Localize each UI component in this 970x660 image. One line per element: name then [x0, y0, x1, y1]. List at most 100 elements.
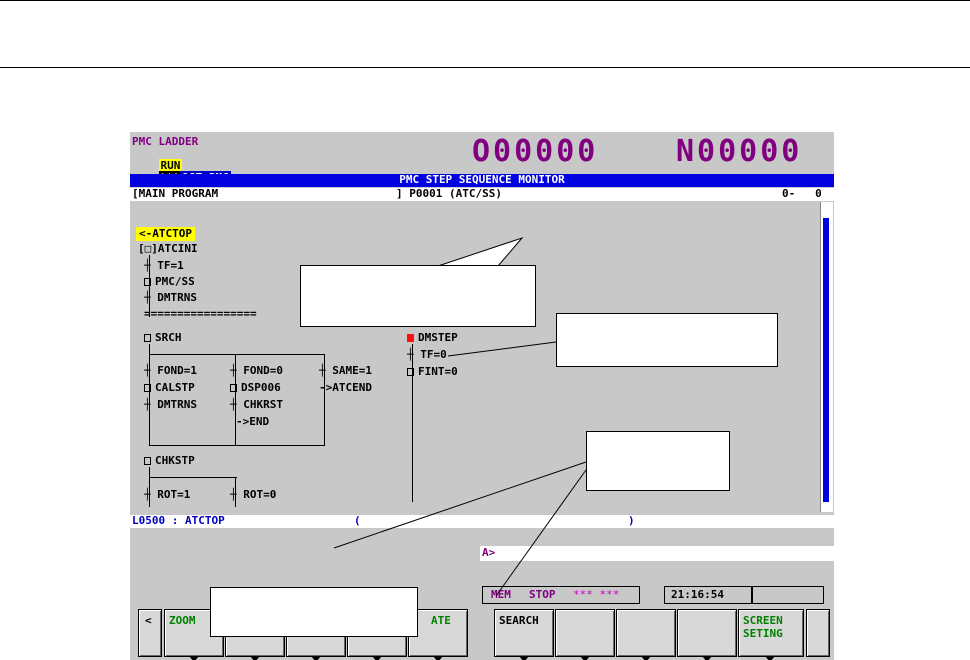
header-rule [0, 67, 970, 68]
step-pmc-ss[interactable]: PMC/SS [144, 276, 195, 288]
softkey-9[interactable] [677, 609, 737, 660]
transition-rot1-label: ROT=1 [157, 488, 191, 501]
softkey-7[interactable] [555, 609, 615, 660]
transition-rot1[interactable]: ┼ ROT=1 [144, 489, 190, 501]
transition-tf1[interactable]: ┼ TF=1 [144, 260, 184, 272]
title-bar: PMC STEP SEQUENCE MONITOR [130, 174, 834, 187]
softkey-notch-icon [372, 656, 382, 660]
branch-line [149, 354, 325, 355]
status-line: L0500 : ATCTOP ( ) [130, 515, 834, 528]
program-number: O00000 [472, 134, 599, 169]
step-dmstep-label: DMSTEP [418, 331, 458, 344]
program-line-right: 0- 0 [782, 187, 822, 200]
softkey-screen-setting-label: SCREEN SETING [743, 614, 783, 640]
program-line-left: [MAIN PROGRAM [132, 187, 219, 200]
command-prompt: A> [482, 546, 496, 559]
softkey-right-end[interactable] [806, 609, 830, 657]
softkey-update-label: ATE [431, 614, 451, 627]
softkey-search[interactable]: SEARCH [494, 609, 554, 660]
step-calstp[interactable]: CALSTP [144, 382, 195, 394]
paren-close: ) [628, 514, 635, 527]
softkey-notch-icon [641, 656, 651, 660]
transition-dmtrns-2-label: DMTRNS [157, 398, 197, 411]
connector [149, 467, 150, 477]
paren-open: ( [354, 514, 361, 527]
sequence-number: N00000 [676, 134, 803, 169]
step-box-icon [407, 368, 414, 376]
transition-fond0-label: FOND=0 [243, 364, 283, 377]
softkey-screen-setting[interactable]: SCREEN SETING [738, 609, 804, 660]
callout-box-2 [556, 313, 778, 367]
transition-dmtrns-2[interactable]: ┼ DMTRNS [144, 399, 197, 411]
softkey-notch-icon [433, 656, 443, 660]
branch-line [149, 445, 325, 446]
step-dsp006[interactable]: DSP006 [230, 382, 281, 394]
program-line-mid: ] P0001 (ATC/SS) [396, 187, 502, 200]
step-dsp006-label: DSP006 [241, 381, 281, 394]
step-srch-label: SRCH [155, 331, 182, 344]
transition-tf0-label: TF=0 [420, 348, 447, 361]
vertical-scrollbar[interactable] [820, 202, 833, 512]
callout-box-3 [586, 431, 730, 491]
program-line: [MAIN PROGRAM ] P0001 (ATC/SS) 0- 0 [130, 188, 834, 201]
transition-fond1[interactable]: ┼ FOND=1 [144, 365, 197, 377]
spare-box [752, 586, 824, 604]
transition-chkrst[interactable]: ┼ CHKRST [230, 399, 283, 411]
command-input[interactable]: A> [480, 546, 834, 561]
softkey-notch-icon [519, 656, 529, 660]
transition-tf0[interactable]: ┼ TF=0 [407, 349, 447, 361]
softkey-search-label: SEARCH [499, 614, 539, 627]
softkey-notch-icon [250, 656, 260, 660]
step-box-icon [144, 457, 151, 465]
transition-tf1-label: TF=1 [157, 259, 184, 272]
transition-chkrst-label: CHKRST [243, 398, 283, 411]
step-box-icon [144, 278, 151, 286]
softkey-notch-icon [765, 656, 775, 660]
mode-status: MEM STOP *** *** [482, 586, 640, 604]
softkey-zoom-label: ZOOM [169, 614, 196, 627]
branch-line [149, 477, 237, 478]
transition-fond0[interactable]: ┼ FOND=0 [230, 365, 283, 377]
step-box-icon [144, 384, 151, 392]
transition-rot0[interactable]: ┼ ROT=0 [230, 489, 276, 501]
softkey-notch-icon [189, 656, 199, 660]
top-rule [0, 0, 970, 1]
connector [149, 344, 150, 354]
jump-atcend[interactable]: ->ATCEND [319, 382, 372, 394]
softkey-8[interactable] [616, 609, 676, 660]
jump-end[interactable]: ->END [236, 416, 269, 428]
screen-name: PMC LADDER [132, 135, 199, 148]
cnc-screen: PMC LADDER RUN ***1ST PMC O00000 N00000 … [130, 132, 834, 660]
jump-label[interactable]: <-ATCTOP [136, 227, 195, 241]
step-calstp-label: CALSTP [155, 381, 195, 394]
transition-fond1-label: FOND=1 [157, 364, 197, 377]
step-srch[interactable]: SRCH [144, 332, 182, 344]
clock: 21:16:54 [671, 588, 724, 601]
step-box-icon [144, 334, 151, 342]
callout-box-4 [210, 587, 418, 637]
softkey-notch-icon [702, 656, 712, 660]
softkey-notch-icon [311, 656, 321, 660]
mode-label: MEM [491, 588, 511, 601]
step-fint0[interactable]: FINT=0 [407, 366, 458, 378]
divider: ================= [144, 307, 257, 320]
current-label: L0500 : ATCTOP [132, 514, 225, 527]
step-chkstp-label: CHKSTP [155, 454, 195, 467]
state-label: STOP [529, 588, 556, 601]
flags-label: *** *** [573, 588, 620, 601]
step-chkstp[interactable]: CHKSTP [144, 455, 195, 467]
transition-same1-label: SAME=1 [332, 364, 372, 377]
transition-same1[interactable]: ┼ SAME=1 [319, 365, 372, 377]
transition-dmtrns[interactable]: ┼ DMTRNS [144, 292, 197, 304]
transition-dmtrns-label: DMTRNS [157, 291, 197, 304]
softkey-notch-icon [580, 656, 590, 660]
softkey-left-arrow[interactable]: < [138, 609, 162, 657]
transition-rot0-label: ROT=0 [243, 488, 277, 501]
step-pmc-ss-label: PMC/SS [155, 275, 195, 288]
time-box: 21:16:54 [664, 586, 752, 604]
scroll-thumb[interactable] [823, 218, 829, 502]
step-box-icon [230, 384, 237, 392]
step-atcini[interactable]: [□]ATCINI [138, 243, 198, 255]
step-dmstep-active[interactable]: DMSTEP [407, 332, 458, 344]
active-step-icon [407, 334, 414, 342]
